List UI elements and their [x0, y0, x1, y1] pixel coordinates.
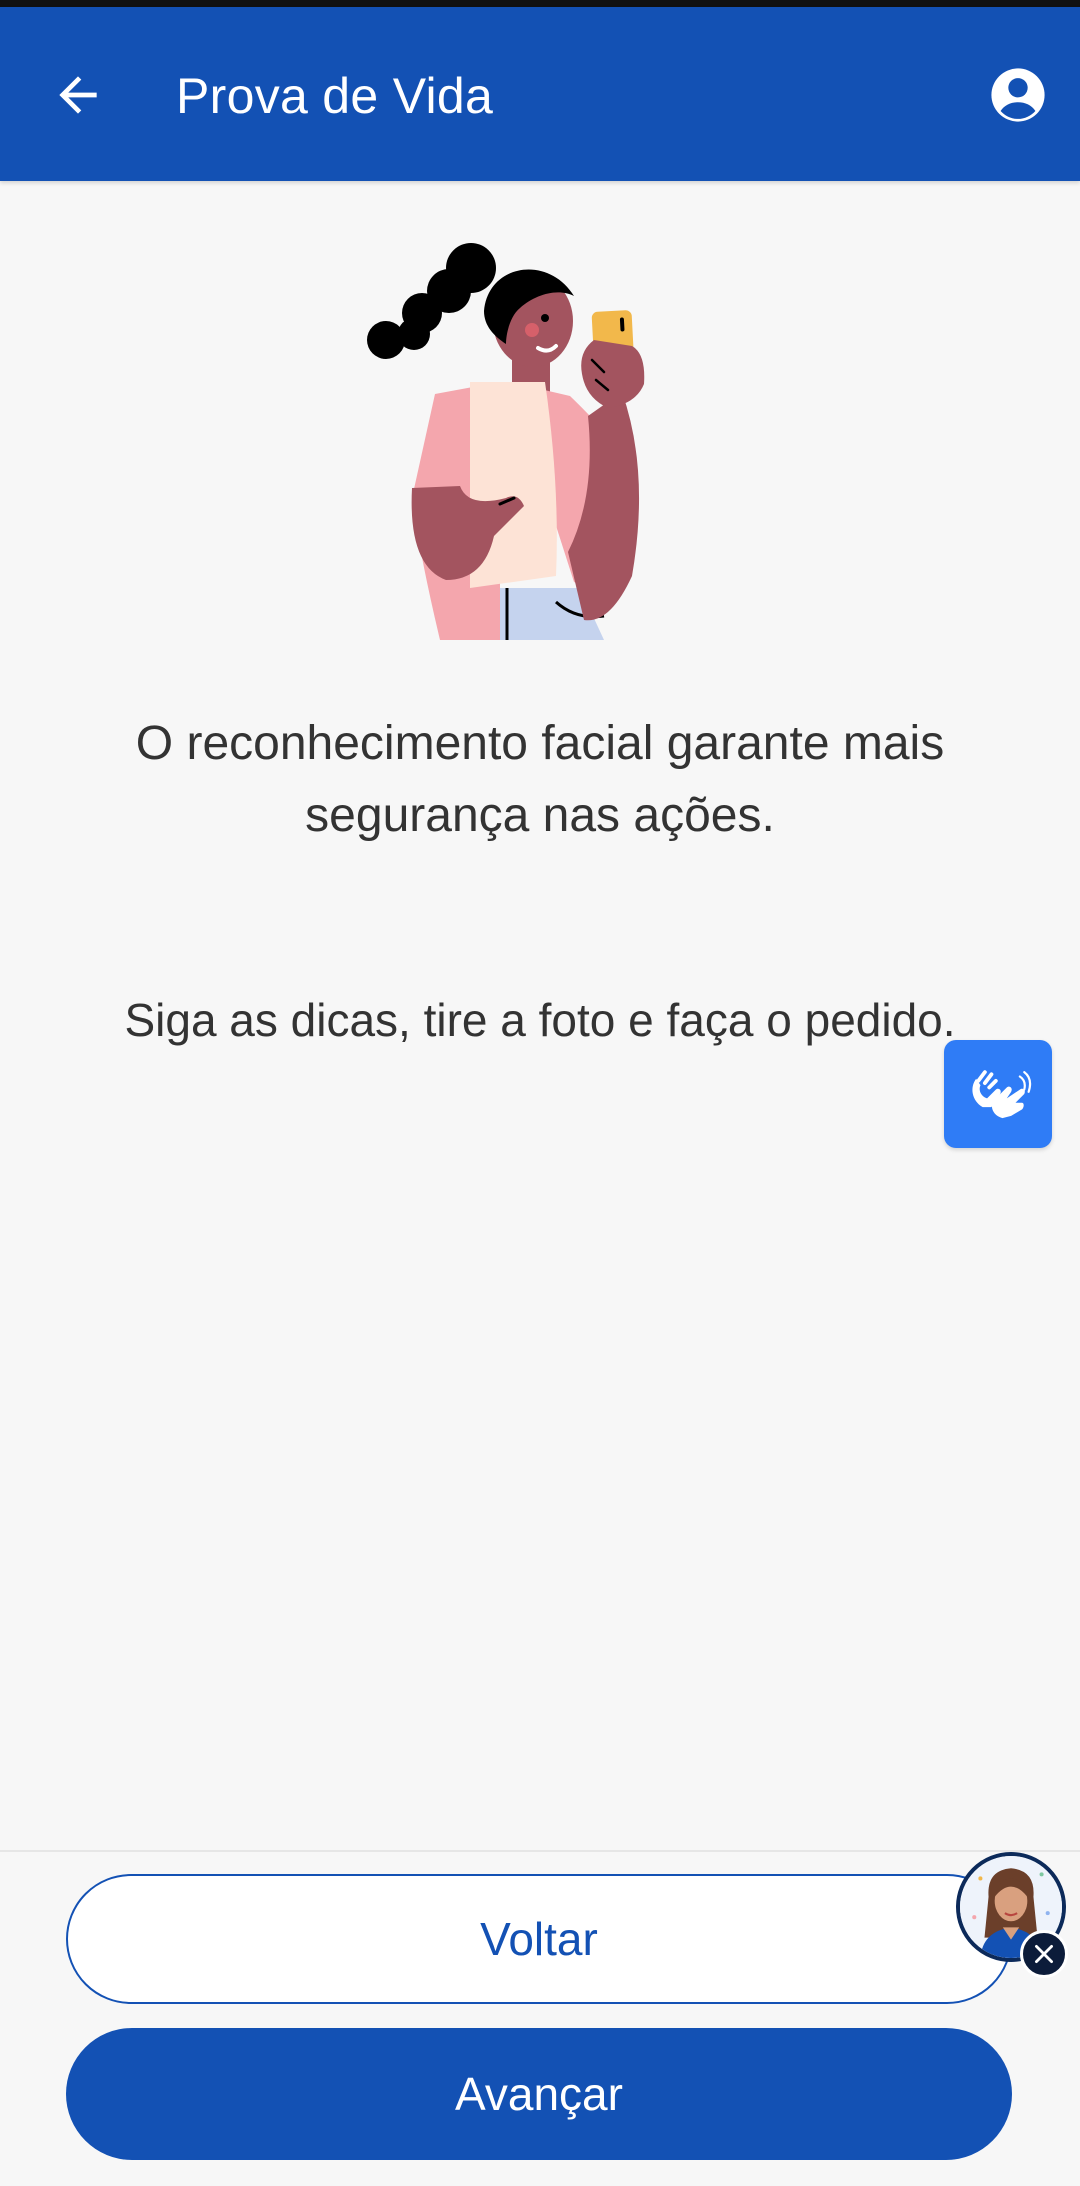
woman-holding-phone-illustration [367, 243, 645, 640]
profile-button[interactable] [976, 53, 1060, 137]
next-action-button[interactable]: Avançar [66, 2028, 1012, 2160]
sign-language-button[interactable] [944, 1040, 1052, 1148]
user-circle-icon [991, 68, 1045, 122]
status-bar-strip [0, 0, 1080, 7]
assistant-close-button[interactable] [1020, 1930, 1068, 1978]
page-title: Prova de Vida [176, 68, 494, 124]
facial-recognition-message: O reconhecimento facial garante mais seg… [135, 717, 945, 842]
back-action-button[interactable]: Voltar [66, 1874, 1012, 2004]
close-icon [1035, 1945, 1053, 1963]
instructions-message: Siga as dicas, tire a foto e faça o pedi… [124, 994, 956, 1046]
sign-language-hands-icon [972, 1070, 1032, 1119]
app-bar: Prova de Vida [0, 7, 1080, 181]
arrow-left-icon [59, 76, 97, 114]
back-button[interactable] [30, 47, 126, 143]
